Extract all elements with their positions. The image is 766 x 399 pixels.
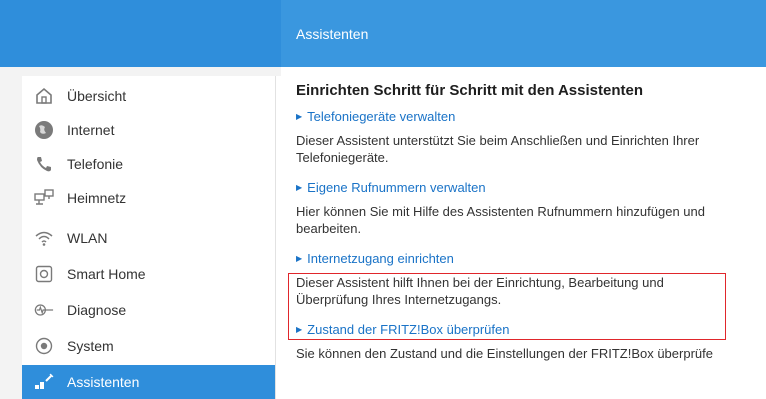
description-line: Telefoniegeräte. xyxy=(296,150,389,165)
sidebar-top-gap xyxy=(22,67,281,76)
sidebar-item-label: Smart Home xyxy=(67,266,146,282)
phone-icon xyxy=(34,154,54,174)
header-bar-left xyxy=(0,0,281,67)
sidebar-item-label: System xyxy=(67,338,114,354)
sidebar-item-label: WLAN xyxy=(67,230,108,246)
left-gutter xyxy=(0,67,22,399)
description-line: Sie können den Zustand und die Einstellu… xyxy=(296,346,713,361)
sidebar-item-label: Diagnose xyxy=(67,302,127,318)
description-line: Dieser Assistent unterstützt Sie beim An… xyxy=(296,133,700,148)
sidebar-item-label: Telefonie xyxy=(67,156,124,172)
sidebar-item-uebersicht[interactable]: Übersicht xyxy=(22,79,275,113)
sidebar-item-heimnetz[interactable]: Heimnetz xyxy=(22,181,275,215)
sidebar-item-label: Heimnetz xyxy=(67,190,127,206)
section-telefoniegeraete: ▶ Telefoniegeräte verwalten Dieser Assis… xyxy=(296,109,766,166)
link-eigene-rufnummern-verwalten[interactable]: ▶ Eigene Rufnummern verwalten xyxy=(296,180,766,195)
link-telefoniegeraete-verwalten[interactable]: ▶ Telefoniegeräte verwalten xyxy=(296,109,766,124)
sidebar-item-diagnose[interactable]: Diagnose xyxy=(22,293,275,327)
section-description: Hier können Sie mit Hilfe des Assistente… xyxy=(296,203,766,237)
triangle-right-icon: ▶ xyxy=(296,112,303,121)
sidebar-item-internet[interactable]: Internet xyxy=(22,113,275,147)
smart-home-icon xyxy=(34,264,54,284)
sidebar-item-label: Assistenten xyxy=(67,374,140,390)
sidebar-item-assistenten[interactable]: Assistenten xyxy=(22,365,275,399)
link-label[interactable]: Internetzugang einrichten xyxy=(307,251,454,266)
section-description: Dieser Assistent unterstützt Sie beim An… xyxy=(296,132,766,166)
triangle-right-icon: ▶ xyxy=(296,183,303,192)
highlight-box xyxy=(288,273,726,340)
diagnose-icon xyxy=(34,300,54,320)
link-label[interactable]: Telefoniegeräte verwalten xyxy=(307,109,455,124)
triangle-right-icon: ▶ xyxy=(296,254,303,263)
sidebar-item-label: Übersicht xyxy=(67,88,127,104)
page-title: Assistenten xyxy=(296,26,369,42)
wifi-icon xyxy=(34,228,54,248)
section-rufnummern: ▶ Eigene Rufnummern verwalten Hier könne… xyxy=(296,180,766,237)
home-icon xyxy=(34,86,54,106)
description-line: Hier können Sie mit Hilfe des Assistente… xyxy=(296,204,705,219)
sidebar-item-smart-home[interactable]: Smart Home xyxy=(22,257,275,291)
sidebar-item-label: Internet xyxy=(67,122,115,138)
content-heading: Einrichten Schritt für Schritt mit den A… xyxy=(296,82,643,99)
section-description: Sie können den Zustand und die Einstellu… xyxy=(296,345,766,362)
sidebar-item-telefonie[interactable]: Telefonie xyxy=(22,147,275,181)
system-icon xyxy=(34,336,54,356)
link-internetzugang-einrichten[interactable]: ▶ Internetzugang einrichten xyxy=(296,251,766,266)
globe-icon xyxy=(34,120,54,140)
sidebar-item-wlan[interactable]: WLAN xyxy=(22,221,275,255)
link-label[interactable]: Eigene Rufnummern verwalten xyxy=(307,180,485,195)
network-icon xyxy=(34,188,54,208)
description-line: bearbeiten. xyxy=(296,221,362,236)
wand-icon xyxy=(34,372,54,392)
sidebar-item-system[interactable]: System xyxy=(22,329,275,363)
